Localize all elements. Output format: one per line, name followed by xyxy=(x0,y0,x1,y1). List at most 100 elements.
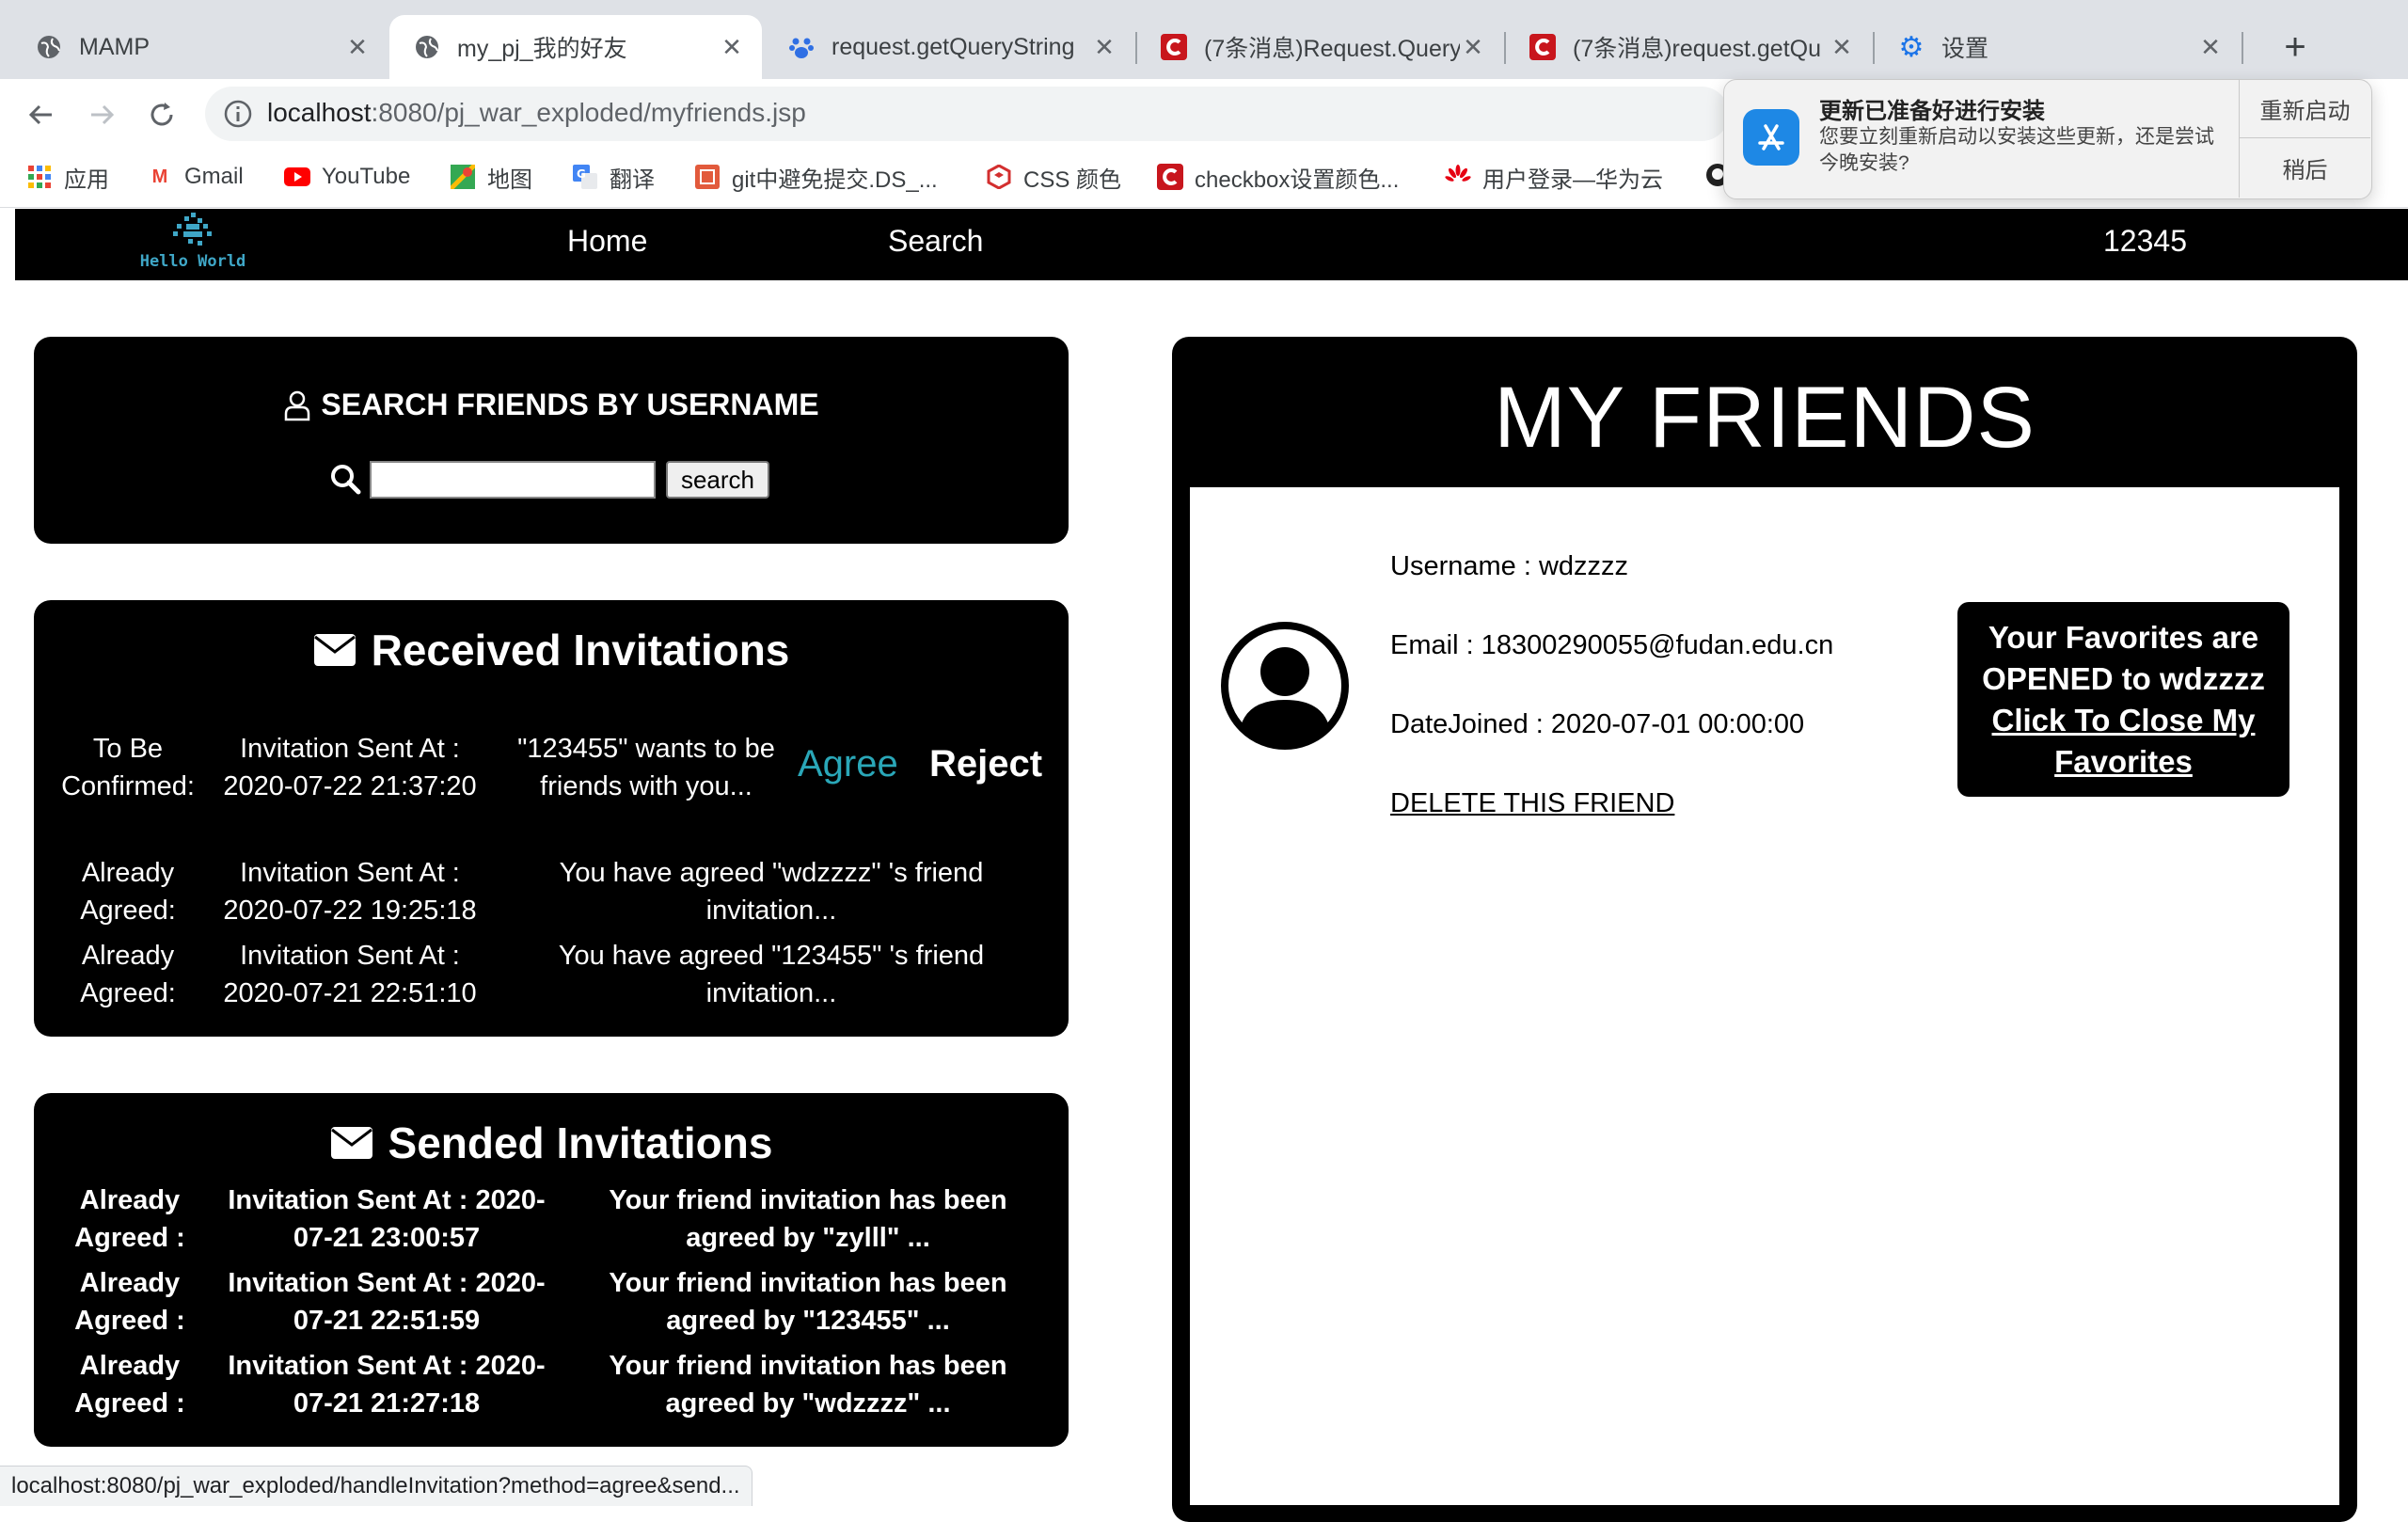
later-button[interactable]: 稍后 xyxy=(2240,138,2370,197)
bookmark-gmail[interactable]: M Gmail xyxy=(147,158,244,196)
search-panel xyxy=(34,337,1069,544)
status-bar-url: localhost:8080/pj_war_exploded/handleInv… xyxy=(0,1466,752,1506)
sent-time: Invitation Sent At : 2020-07-21 22:51:59 xyxy=(228,1268,546,1336)
bookmark-checkbox[interactable]: checkbox设置颜色... xyxy=(1157,158,1399,196)
globe-icon xyxy=(36,34,62,60)
new-tab-button[interactable]: + xyxy=(2271,23,2320,71)
favorites-toggle-box: Your Favorites are OPENED to wdzzzz Clic… xyxy=(1957,602,2289,797)
user-icon xyxy=(285,390,310,420)
paw-icon xyxy=(788,34,815,60)
app-store-icon xyxy=(1743,109,1799,166)
envelope-icon xyxy=(313,634,356,666)
arrow-right-icon xyxy=(91,104,115,125)
notification-body: 您要立刻重新启动以安装这些更新，还是尝试今晚安装? xyxy=(1819,126,2214,174)
csdn-icon xyxy=(1157,164,1183,190)
bookmark-label: YouTube xyxy=(322,164,411,189)
globe-icon xyxy=(414,34,440,60)
bookmark-label: git中避免提交.DS_... xyxy=(732,166,938,193)
bookmark-apps[interactable]: 应用 xyxy=(26,158,109,196)
reject-button[interactable]: Reject xyxy=(929,743,1042,785)
tab-title: my_pj_我的好友 xyxy=(457,36,627,62)
logo-text: Hello World xyxy=(139,252,246,271)
bookmark-translate[interactable]: G 翻译 xyxy=(572,158,655,196)
my-friends-title: MY FRIENDS xyxy=(1494,370,2036,466)
sent-time: Invitation Sent At : 2020-07-21 23:00:57 xyxy=(228,1185,546,1253)
nav-search[interactable]: Search xyxy=(888,224,983,259)
url-text: localhost:8080/pj_war_exploded/myfriends… xyxy=(267,96,806,130)
invite-status: To Be Confirmed: xyxy=(61,734,195,801)
bookmark-icon xyxy=(694,164,721,190)
bookmark-youtube[interactable]: YouTube xyxy=(284,158,410,196)
restart-button[interactable]: 重新启动 xyxy=(2240,79,2370,137)
close-icon[interactable]: ✕ xyxy=(1829,33,1855,61)
search-button[interactable]: search xyxy=(666,461,769,499)
nav-home[interactable]: Home xyxy=(567,224,647,259)
gear-icon: ⚙ xyxy=(1898,31,1925,63)
forward-button[interactable] xyxy=(77,90,126,139)
invite-sent: Invitation Sent At : 2020-07-22 21:37:20 xyxy=(209,730,491,805)
csdn-icon xyxy=(1529,34,1556,60)
sent-status: Already Agreed : xyxy=(74,1351,185,1419)
avatar xyxy=(1220,621,1350,751)
received-title-text: Received Invitations xyxy=(371,626,790,674)
reload-button[interactable] xyxy=(137,90,186,139)
sent-time: 2020-07-21 22:51:10 xyxy=(223,978,477,1008)
sent-invitations-title: Sended Invitations xyxy=(34,1118,1069,1168)
tab-csdn-1[interactable]: (7条消息)Request.Query ✕ xyxy=(1136,15,1503,79)
friend-email: Email : 18300290055@fudan.edu.cn xyxy=(1390,630,1834,660)
invite-message: "123455" wants to be friends with you... xyxy=(517,734,775,801)
nav-user[interactable]: 12345 xyxy=(2103,224,2187,259)
back-button[interactable] xyxy=(17,90,66,139)
tab-settings[interactable]: ⚙ 设置 ✕ xyxy=(1874,15,2241,79)
bookmark-label: Gmail xyxy=(184,164,244,189)
url-host: localhost xyxy=(267,98,372,127)
sent-label: Invitation Sent At : xyxy=(240,941,460,971)
search-input[interactable] xyxy=(370,461,656,499)
notification-title: 更新已准备好进行安装 xyxy=(1819,99,2045,124)
close-icon[interactable]: ✕ xyxy=(1091,33,1117,61)
user-circle-icon xyxy=(1221,622,1349,750)
delete-friend-link[interactable]: DELETE THIS FRIEND xyxy=(1390,788,1674,819)
close-icon[interactable]: ✕ xyxy=(2197,33,2224,61)
bookmark-maps[interactable]: 地图 xyxy=(450,158,532,196)
search-title-text: SEARCH FRIENDS BY USERNAME xyxy=(321,388,819,421)
invite-status: Already Agreed: xyxy=(80,941,176,1008)
tab-title: (7条消息)request.getQu xyxy=(1573,36,1821,62)
close-icon[interactable]: ✕ xyxy=(719,33,745,61)
bookmark-huawei[interactable]: 用户登录—华为云 xyxy=(1445,158,1663,196)
invite-message: You have agreed "wdzzzz" 's friend invit… xyxy=(559,858,984,926)
sent-message: Your friend invitation has been agreed b… xyxy=(609,1185,1007,1253)
close-favorites-link[interactable]: Click To Close My Favorites xyxy=(1957,700,2289,783)
tab-csdn-2[interactable]: (7条消息)request.getQu ✕ xyxy=(1505,15,1872,79)
tab-mamp[interactable]: MAMP ✕ xyxy=(11,15,388,79)
invite-sent: Invitation Sent At : 2020-07-22 19:25:18 xyxy=(209,854,491,929)
bookmark-label: checkbox设置颜色... xyxy=(1195,166,1400,193)
bookmark-label: CSS 颜色 xyxy=(1023,166,1122,193)
sent-label: Invitation Sent At : xyxy=(240,858,460,888)
bookmark-css[interactable]: CSS 颜色 xyxy=(986,158,1121,196)
invite-status: Already Agreed: xyxy=(80,858,176,926)
info-icon[interactable] xyxy=(222,98,254,130)
sent-label: Invitation Sent At : xyxy=(240,734,460,764)
sent-message: Your friend invitation has been agreed b… xyxy=(609,1268,1007,1336)
search-icon xyxy=(329,463,361,495)
favorites-status-line1: Your Favorites are xyxy=(1988,620,2259,655)
css-icon xyxy=(986,164,1012,190)
received-invitations-title: Received Invitations xyxy=(34,625,1069,675)
arrow-left-icon xyxy=(28,104,52,125)
sent-title-text: Sended Invitations xyxy=(388,1118,773,1167)
bookmark-git[interactable]: git中避免提交.DS_... xyxy=(694,158,938,196)
bookmark-label: 应用 xyxy=(64,166,109,193)
tab-my-friends[interactable]: my_pj_我的好友 ✕ xyxy=(389,15,762,79)
tab-title: (7条消息)Request.Query xyxy=(1204,36,1460,62)
huawei-icon xyxy=(1445,164,1471,190)
close-icon[interactable]: ✕ xyxy=(1460,33,1486,61)
translate-icon: G xyxy=(572,164,598,190)
bookmark-label: 翻译 xyxy=(610,166,655,193)
close-icon[interactable]: ✕ xyxy=(344,33,371,61)
agree-button[interactable]: Agree xyxy=(798,743,898,785)
tab-title: request.getQueryString xyxy=(832,33,1075,60)
logo-mark xyxy=(173,213,212,246)
tab-request-getquerystring[interactable]: request.getQueryString ✕ xyxy=(764,15,1134,79)
invite-message: You have agreed "123455" 's friend invit… xyxy=(558,941,985,1008)
